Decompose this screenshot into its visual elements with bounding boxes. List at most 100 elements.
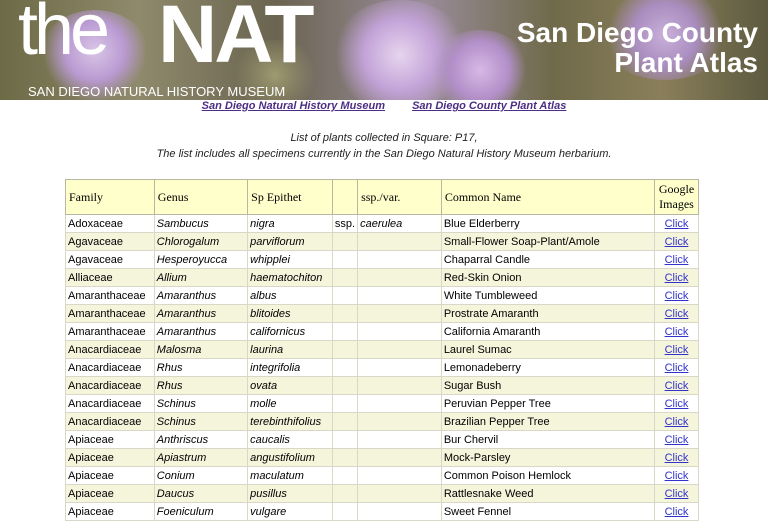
table-row: Alliaceae Allium haematochiton Red-Skin Oni… — [65, 268, 699, 287]
cell-genus: Amaranthus — [153, 322, 249, 341]
cell-infraspecific — [357, 430, 442, 449]
logo-nat: NAT — [158, 0, 314, 80]
cell-rank — [331, 304, 359, 323]
cell-family: Agavaceae — [65, 250, 155, 269]
cell-epithet: albus — [247, 286, 333, 305]
cell-infraspecific — [357, 232, 442, 251]
google-images-link[interactable]: Click — [665, 506, 689, 518]
cell-family: Apiaceae — [65, 448, 155, 467]
cell-rank — [331, 376, 359, 395]
google-images-link[interactable]: Click — [665, 290, 689, 302]
cell-genus: Apiastrum — [153, 448, 249, 467]
cell-epithet: whipplei — [247, 250, 333, 269]
cell-google-images: Click — [654, 430, 699, 449]
cell-google-images: Click — [654, 394, 699, 413]
cell-infraspecific — [357, 376, 442, 395]
cell-infraspecific — [357, 286, 442, 305]
google-images-link[interactable]: Click — [665, 362, 689, 374]
google-images-link[interactable]: Click — [665, 344, 689, 356]
cell-family: Agavaceae — [65, 232, 155, 251]
google-images-link[interactable]: Click — [665, 326, 689, 338]
cell-rank — [331, 448, 359, 467]
cell-infraspecific — [357, 466, 442, 485]
cell-rank — [331, 322, 359, 341]
cell-common-name: Red-Skin Onion — [440, 268, 656, 287]
cell-family: Alliaceae — [65, 268, 155, 287]
google-images-link[interactable]: Click — [665, 380, 689, 392]
table-row: Apiaceae Foeniculum vulgare Sweet Fennel Cli… — [65, 502, 699, 521]
cell-rank — [331, 484, 359, 503]
cell-rank — [331, 430, 359, 449]
logo-subtitle: SAN DIEGO NATURAL HISTORY MUSEUM — [28, 84, 286, 99]
cell-epithet: molle — [247, 394, 333, 413]
cell-rank: ssp. — [331, 214, 359, 233]
cell-common-name: White Tumbleweed — [440, 286, 656, 305]
cell-genus: Chlorogalum — [153, 232, 249, 251]
google-images-link[interactable]: Click — [665, 218, 689, 230]
cell-common-name: Laurel Sumac — [440, 340, 656, 359]
cell-infraspecific — [357, 412, 442, 431]
cell-epithet: vulgare — [247, 502, 333, 521]
cell-rank — [331, 502, 359, 521]
google-images-link[interactable]: Click — [665, 434, 689, 446]
intro-line2: The list includes all specimens currentl… — [156, 148, 612, 160]
col-header-genus: Genus — [153, 179, 249, 215]
nav-link-museum[interactable]: San Diego Natural History Museum — [202, 100, 385, 112]
cell-family: Amaranthaceae — [65, 304, 155, 323]
cell-epithet: haematochiton — [247, 268, 333, 287]
cell-common-name: Common Poison Hemlock — [440, 466, 656, 485]
col-header-epithet: Sp Epithet — [247, 179, 333, 215]
col-header-google: Google — [658, 182, 695, 196]
site-title-line2: Plant Atlas — [614, 47, 758, 78]
cell-google-images: Click — [654, 304, 699, 323]
cell-genus: Hesperoyucca — [153, 250, 249, 269]
cell-google-images: Click — [654, 340, 699, 359]
cell-epithet: californicus — [247, 322, 333, 341]
google-images-link[interactable]: Click — [665, 308, 689, 320]
cell-common-name: Prostrate Amaranth — [440, 304, 656, 323]
intro-text: List of plants collected in Square: P17,… — [0, 130, 768, 162]
cell-epithet: ovata — [247, 376, 333, 395]
cell-rank — [331, 394, 359, 413]
google-images-link[interactable]: Click — [665, 254, 689, 266]
table-row: Amaranthaceae Amaranthus albus White Tumble… — [65, 286, 699, 305]
google-images-link[interactable]: Click — [665, 272, 689, 284]
google-images-link[interactable]: Click — [665, 470, 689, 482]
cell-epithet: parviflorum — [247, 232, 333, 251]
cell-common-name: Bur Chervil — [440, 430, 656, 449]
cell-epithet: nigra — [247, 214, 333, 233]
cell-epithet: laurina — [247, 340, 333, 359]
cell-common-name: Small-Flower Soap-Plant/Amole — [440, 232, 656, 251]
cell-epithet: blitoides — [247, 304, 333, 323]
cell-rank — [331, 412, 359, 431]
cell-infraspecific — [357, 502, 442, 521]
google-images-link[interactable]: Click — [665, 488, 689, 500]
cell-infraspecific — [357, 250, 442, 269]
header-banner: the NAT SAN DIEGO NATURAL HISTORY MUSEUM… — [0, 0, 768, 100]
cell-common-name: Blue Elderberry — [440, 214, 656, 233]
google-images-link[interactable]: Click — [665, 452, 689, 464]
intro-line1: List of plants collected in Square: P17, — [290, 132, 478, 144]
cell-family: Anacardiaceae — [65, 412, 155, 431]
cell-common-name: Sweet Fennel — [440, 502, 656, 521]
cell-google-images: Click — [654, 214, 699, 233]
cell-infraspecific — [357, 322, 442, 341]
cell-family: Anacardiaceae — [65, 394, 155, 413]
col-header-google-images: Google Images — [654, 179, 699, 215]
cell-google-images: Click — [654, 448, 699, 467]
cell-genus: Daucus — [153, 484, 249, 503]
table-row: Anacardiaceae Rhus integrifolia Lemonadeber… — [65, 358, 699, 377]
cell-infraspecific: caerulea — [357, 214, 442, 233]
table-row: Anacardiaceae Rhus ovata Sugar Bush Click — [65, 376, 699, 395]
google-images-link[interactable]: Click — [665, 398, 689, 410]
table-row: Apiaceae Apiastrum angustifolium Mock-Parsl… — [65, 448, 699, 467]
table-row: Apiaceae Daucus pusillus Rattlesnake Weed Cl… — [65, 484, 699, 503]
google-images-link[interactable]: Click — [665, 416, 689, 428]
nav-link-plant-atlas[interactable]: San Diego County Plant Atlas — [412, 100, 566, 112]
cell-google-images: Click — [654, 232, 699, 251]
table-row: Adoxaceae Sambucus nigra ssp. caerulea Blue E… — [65, 214, 699, 233]
cell-rank — [331, 250, 359, 269]
google-images-link[interactable]: Click — [665, 236, 689, 248]
cell-google-images: Click — [654, 484, 699, 503]
cell-infraspecific — [357, 340, 442, 359]
